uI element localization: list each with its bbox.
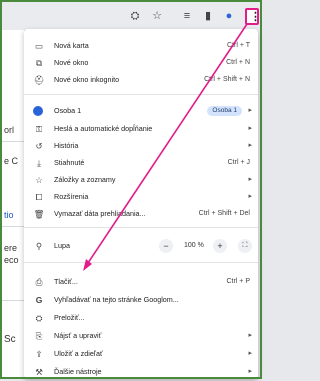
menu-item-clear-data[interactable]: 🗑 Vymazať dáta prehliadania... Ctrl + Sh…: [24, 205, 258, 223]
menu-item-label: Vyhľadávať na tejto stránke Googlom...: [54, 295, 179, 304]
page-fragment: Sc: [4, 334, 16, 345]
menu-item-label: Stiahnuté: [54, 158, 85, 167]
chrome-main-menu: ▭ Nová karta Ctrl + T ⧉ Nové okno Ctrl +…: [24, 29, 258, 379]
download-icon: ⤓: [37, 158, 41, 168]
menu-item-zoom: ⚲ Lupa − 100 % + ⛶: [24, 236, 258, 256]
translate-icon: ⛭: [35, 313, 43, 323]
menu-item-more-tools[interactable]: ⚒ Ďalšie nástroje ▸: [24, 363, 258, 381]
profile-badge: Osoba 1: [207, 106, 242, 116]
menu-item-label: Uložiť a zdieľať: [54, 349, 103, 358]
zoom-level: 100 %: [184, 242, 204, 249]
page-fragment: ere: [4, 243, 18, 253]
menu-item-label: Heslá a automatické dopĺňanie: [54, 124, 153, 133]
chevron-right-icon: ▸: [248, 332, 252, 339]
menu-item-passwords[interactable]: ⚿ Heslá a automatické dopĺňanie ▸: [24, 120, 258, 138]
menu-item-label: Tlačiť...: [54, 277, 78, 286]
menu-item-label: Nová karta: [54, 41, 89, 50]
star-icon: ☆: [35, 175, 43, 185]
menu-item-search-google[interactable]: G Vyhľadávať na tejto stránke Googlom...: [24, 291, 258, 309]
toolbox-icon: ⚒: [35, 367, 43, 377]
shortcut-text: Ctrl + P: [226, 278, 250, 285]
menu-item-label: Nové okno inkognito: [54, 75, 120, 84]
menu-item-find-edit[interactable]: ⎘ Nájsť a upraviť ▸: [24, 327, 258, 345]
find-icon: ⎘: [35, 331, 43, 341]
chevron-right-icon: ▸: [248, 142, 252, 149]
fullscreen-icon[interactable]: ⛶: [238, 239, 252, 253]
chevron-right-icon: ▸: [248, 125, 252, 132]
shortcut-text: Ctrl + T: [226, 42, 250, 49]
chevron-right-icon: ▸: [248, 107, 252, 114]
browser-toolbar: ⛭ ☆ ≡ ▮ ● ⋮: [2, 2, 261, 30]
key-icon: ⚿: [35, 124, 43, 134]
shortcut-text: Ctrl + N: [226, 59, 250, 66]
more-icon: ⋮: [250, 11, 261, 23]
menu-item-label: Rozšírenia: [54, 192, 89, 201]
menu-item-translate[interactable]: ⛭ Preložiť...: [24, 309, 258, 327]
shortcut-text: Ctrl + Shift + N: [204, 76, 250, 83]
menu-item-history[interactable]: ↺ História ▸: [24, 137, 258, 155]
shortcut-text: Ctrl + Shift + Del: [198, 210, 250, 217]
new-window-icon: ⧉: [35, 58, 43, 68]
menu-item-profile[interactable]: Osoba 1 Osoba 1 ▸: [24, 102, 258, 120]
reading-list-icon[interactable]: ≡: [180, 9, 194, 23]
menu-item-label: Preložiť...: [54, 313, 85, 322]
menu-item-incognito[interactable]: ⛑ Nové okno inkognito Ctrl + Shift + N: [24, 71, 258, 89]
avatar: [33, 106, 43, 116]
page-fragment: tio: [4, 210, 14, 220]
more-menu-button[interactable]: ⋮: [245, 8, 261, 25]
profile-icon[interactable]: ●: [222, 9, 236, 23]
chevron-right-icon: ▸: [248, 193, 252, 200]
page-content: [2, 30, 24, 377]
menu-item-label: Ďalšie nástroje: [54, 367, 102, 376]
chevron-right-icon: ▸: [248, 350, 252, 357]
google-icon: G: [35, 295, 43, 305]
menu-item-label: Nové okno: [54, 58, 89, 67]
zoom-out-button[interactable]: −: [159, 239, 173, 253]
menu-item-save-share[interactable]: ⇪ Uložiť a zdieľať ▸: [24, 345, 258, 363]
menu-item-label: História: [54, 141, 79, 150]
menu-item-bookmarks[interactable]: ☆ Záložky a zoznamy ▸: [24, 171, 258, 189]
chevron-right-icon: ▸: [248, 368, 252, 375]
translate-icon[interactable]: ⛭: [128, 9, 142, 23]
new-tab-icon: ▭: [34, 41, 44, 51]
menu-item-label: Lupa: [54, 241, 70, 250]
page-fragment: eco: [4, 255, 19, 265]
zoom-icon: ⚲: [35, 241, 43, 251]
history-icon: ↺: [35, 141, 43, 151]
menu-item-new-window[interactable]: ⧉ Nové okno Ctrl + N: [24, 54, 258, 72]
menu-item-print[interactable]: ⎙ Tlačiť... Ctrl + P: [24, 273, 258, 291]
menu-item-label: Nájsť a upraviť: [54, 331, 102, 340]
side-panel-icon[interactable]: ▮: [201, 9, 215, 23]
shortcut-text: Ctrl + J: [227, 159, 250, 166]
menu-item-label: Osoba 1: [54, 106, 82, 115]
page-fragment: orl: [4, 125, 15, 135]
menu-item-new-tab[interactable]: ▭ Nová karta Ctrl + T: [24, 37, 258, 55]
star-icon[interactable]: ☆: [150, 9, 164, 23]
incognito-icon: ⛑: [33, 75, 45, 85]
chevron-right-icon: ▸: [248, 176, 252, 183]
menu-item-downloads[interactable]: ⤓ Stiahnuté Ctrl + J: [24, 154, 258, 172]
share-icon: ⇪: [35, 349, 43, 359]
page-fragment: e C: [4, 156, 19, 166]
print-icon: ⎙: [35, 277, 43, 287]
menu-item-label: Záložky a zoznamy: [54, 175, 116, 184]
menu-item-label: Vymazať dáta prehliadania...: [54, 209, 146, 218]
menu-item-extensions[interactable]: ⧠ Rozšírenia ▸: [24, 188, 258, 206]
puzzle-icon: ⧠: [35, 192, 43, 202]
trash-icon: 🗑: [33, 209, 45, 219]
zoom-in-button[interactable]: +: [213, 239, 227, 253]
